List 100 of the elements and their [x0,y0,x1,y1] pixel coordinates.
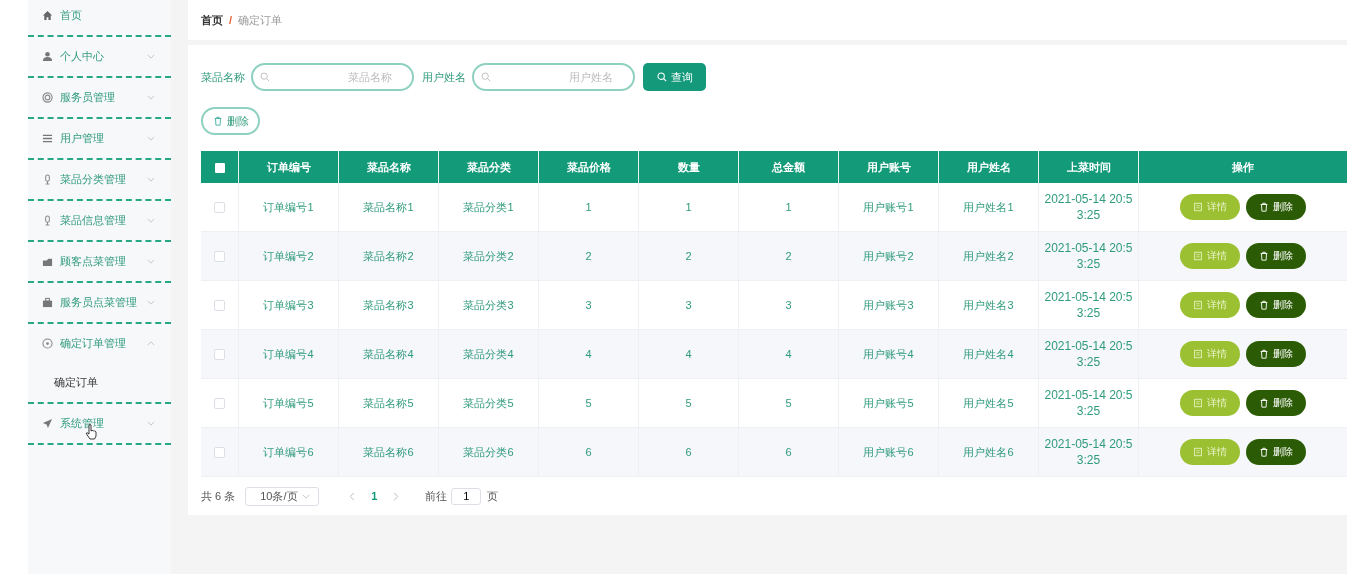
detail-button[interactable]: 详情 [1180,292,1240,318]
table-cell: 菜品分类1 [438,183,539,232]
table-cell: 菜品分类6 [438,427,539,477]
table-cell: 4 [638,329,739,379]
chevron-icon [302,493,311,499]
table-cell: 菜品分类3 [438,280,539,330]
row-checkbox[interactable] [214,447,225,459]
table-cell: 用户姓名2 [938,231,1039,281]
table-cell: 2021-05-14 20:53:25 [1038,183,1139,232]
table-cell: 用户账号6 [838,427,939,477]
column-header: 上菜时间 [1038,151,1139,183]
table-cell: 用户姓名6 [938,427,1039,477]
delete-button[interactable]: 删除 [1246,390,1306,416]
table-cell: 2021-05-14 20:53:25 [1038,329,1139,379]
table-cell: 1 [638,183,739,232]
delete-button[interactable]: 删除 [1246,243,1306,269]
table-cell: 订单编号1 [238,183,339,232]
column-header: 订单编号 [238,151,339,183]
row-checkbox[interactable] [214,398,225,410]
table-cell: 用户账号3 [838,280,939,330]
detail-button[interactable]: 详情 [1180,390,1240,416]
table-cell: 6 [638,427,739,477]
table-cell: 菜品名称2 [338,231,439,281]
chevron-icon [147,341,155,346]
detail-button[interactable]: 详情 [1180,341,1240,367]
trash-icon [1259,300,1269,310]
table-cell: 1 [738,183,839,232]
page-input[interactable]: 1 [451,487,482,505]
chevron-icon [147,136,155,141]
menu-item[interactable]: 确定订单管理 [28,324,171,363]
table-cell: 5 [638,378,739,428]
home-icon [42,10,54,21]
table-cell: 用户账号1 [838,183,939,232]
column-header: 用户姓名 [938,151,1039,183]
next-page-icon[interactable] [393,491,400,501]
table-cell: 2021-05-14 20:53:25 [1038,280,1139,330]
chevron-icon [147,259,155,264]
select-all-checkbox[interactable] [214,163,225,174]
column-header: 用户账号 [838,151,939,183]
list-icon [42,133,54,144]
field-label: 用户姓名 [422,69,466,85]
row-checkbox[interactable] [214,202,225,214]
search-button[interactable]: 查询 [643,63,706,91]
search-field[interactable]: 用户姓名 [472,63,635,91]
row-checkbox[interactable] [214,251,225,263]
document-icon [1193,398,1203,408]
detail-button[interactable]: 详情 [1180,243,1240,269]
table-cell: 3 [738,280,839,330]
trash-icon [1259,349,1269,359]
table-cell: 用户姓名3 [938,280,1039,330]
chevron-icon [147,300,155,305]
table-cell: 2021-05-14 20:53:25 [1038,378,1139,428]
table-cell: 菜品名称1 [338,183,439,232]
search-icon [656,72,667,82]
column-header: 总金额 [738,151,839,183]
table-cell: 3 [638,280,739,330]
table-cell: 3 [538,280,639,330]
page-size-select[interactable]: 10条/页 [245,486,320,506]
table-cell: 菜品分类4 [438,329,539,379]
total-count: 共 6 条 [201,488,236,504]
column-header: 菜品价格 [538,151,639,183]
breadcrumb-link[interactable]: 首页 [201,12,223,28]
table-cell: 5 [538,378,639,428]
document-icon [1193,349,1203,359]
table-cell: 菜品分类5 [438,378,539,428]
trash-icon [1259,202,1269,212]
chevron-icon [147,218,155,223]
field-label: 菜品名称 [201,69,245,85]
page-number[interactable]: 1 [371,490,378,502]
column-header: 菜品名称 [338,151,439,183]
table-cell: 2 [638,231,739,281]
table-cell: 6 [738,427,839,477]
chevron-icon [147,95,155,100]
delete-button[interactable]: 删除 [1246,439,1306,465]
delete-button[interactable]: 删除 [1246,341,1306,367]
goto-label: 前往 [425,488,448,504]
breadcrumb-separator: / [229,14,233,26]
table-cell: 2 [538,231,639,281]
table-cell: 菜品名称4 [338,329,439,379]
previous-page-icon[interactable] [349,491,356,501]
table-cell: 用户姓名4 [938,329,1039,379]
table-cell: 订单编号5 [238,378,339,428]
document-icon [1193,300,1203,310]
compass-icon [42,338,54,349]
table-cell: 4 [738,329,839,379]
row-checkbox[interactable] [214,349,225,361]
column-header: 数量 [638,151,739,183]
table-cell: 6 [538,427,639,477]
table-cell: 菜品名称5 [338,378,439,428]
delete-button[interactable]: 删除 [201,107,260,135]
detail-button[interactable]: 详情 [1180,439,1240,465]
delete-button[interactable]: 删除 [1246,194,1306,220]
detail-button[interactable]: 详情 [1180,194,1240,220]
delete-button[interactable]: 删除 [1246,292,1306,318]
trash-icon [212,116,223,126]
table-cell: 2021-05-14 20:53:25 [1038,427,1139,477]
row-checkbox[interactable] [214,300,225,312]
trash-icon [1259,447,1269,457]
search-field[interactable]: 菜品名称 [251,63,414,91]
table-cell: 1 [538,183,639,232]
